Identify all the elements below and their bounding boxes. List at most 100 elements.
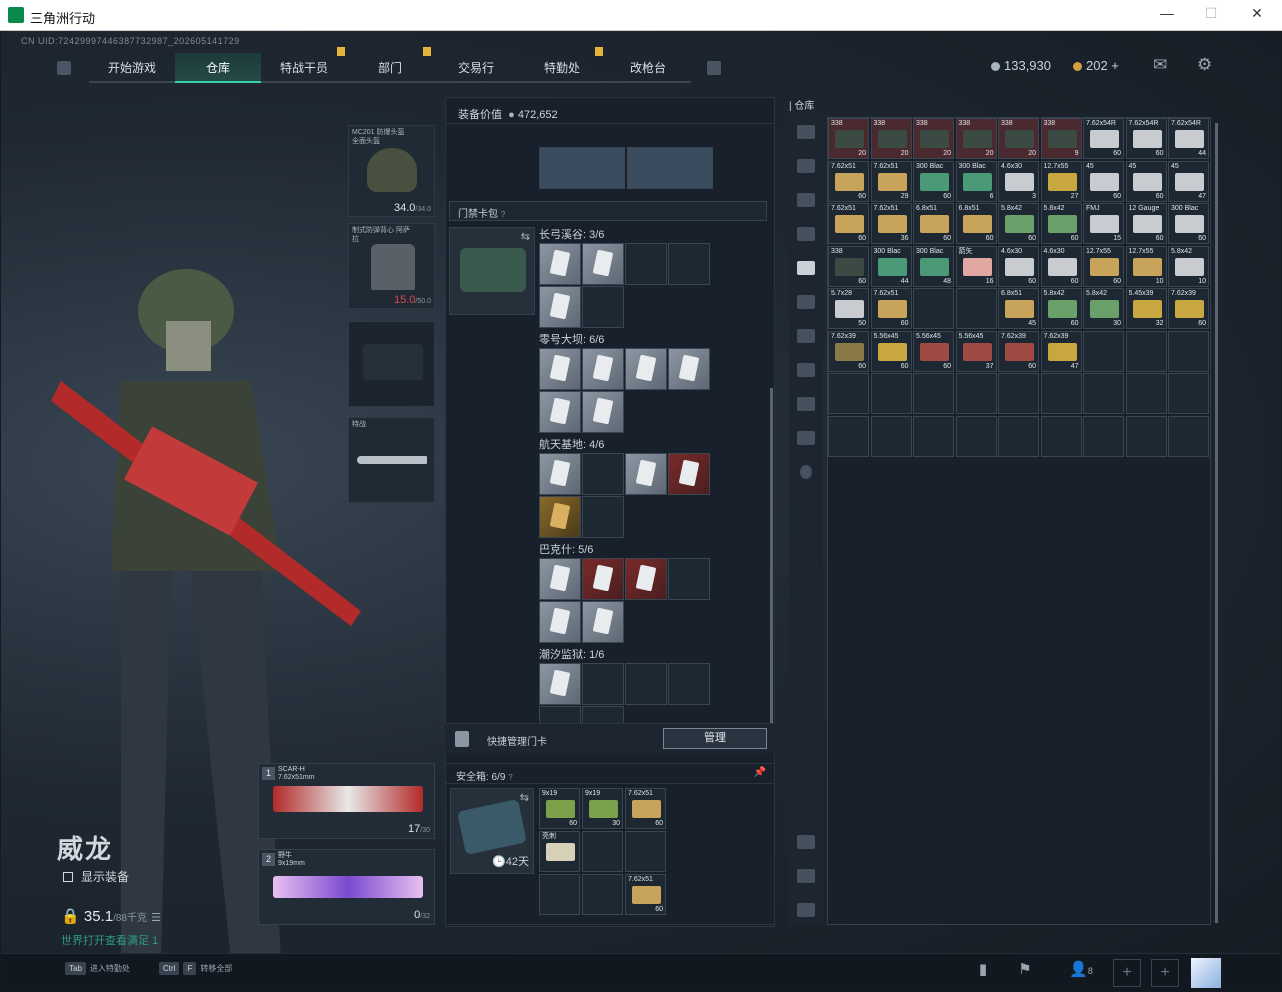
stash-item[interactable]: 45 60 — [1125, 160, 1167, 202]
grid-cell[interactable] — [539, 601, 581, 643]
stash-empty-slot[interactable] — [828, 415, 869, 457]
weapon-item[interactable] — [539, 147, 625, 189]
stash-item[interactable]: 5.7x28 50 — [828, 288, 869, 329]
grid-cell[interactable] — [625, 453, 667, 495]
grid-cell[interactable] — [625, 243, 667, 285]
stash-tool-icon[interactable] — [797, 835, 815, 849]
stash-item[interactable]: 6.8x51 45 — [998, 288, 1039, 329]
grid-cell[interactable] — [539, 453, 581, 495]
grid-cell[interactable] — [582, 558, 624, 600]
grid-cell[interactable] — [668, 558, 710, 600]
grid-cell[interactable] — [539, 663, 581, 705]
grid-cell[interactable] — [582, 453, 624, 495]
stash-item[interactable]: 5.56x45 37 — [955, 330, 997, 372]
melee-slot[interactable]: 特战 — [348, 417, 435, 503]
stash-item[interactable]: 338 20 — [913, 118, 954, 159]
stash-empty-slot[interactable] — [1083, 415, 1124, 457]
safe-slot[interactable]: 7.62x51 60 — [625, 874, 666, 915]
stash-item[interactable]: 7.62x51 60 — [828, 160, 869, 202]
friends-icon[interactable]: 👤8 — [1061, 960, 1101, 984]
stash-empty-slot[interactable] — [955, 288, 997, 329]
stash-empty-slot[interactable] — [913, 373, 954, 414]
stash-empty-slot[interactable] — [1168, 330, 1209, 372]
stash-item[interactable]: 12.7x55 10 — [1125, 245, 1167, 287]
stash-tab-icon[interactable] — [797, 329, 815, 343]
stash-tab-icon[interactable] — [797, 397, 815, 411]
stash-item[interactable]: 5.56x45 60 — [913, 330, 954, 372]
flag-icon[interactable]: ⚑ — [1013, 960, 1037, 984]
stash-item[interactable]: 7.62x54R 44 — [1168, 118, 1209, 159]
grid-cell[interactable] — [582, 601, 624, 643]
stash-item[interactable]: 7.62x39 47 — [1040, 330, 1082, 372]
stash-scrollbar[interactable] — [1215, 123, 1218, 923]
stash-item[interactable]: 5.45x39 32 — [1125, 288, 1167, 329]
secondary-weapon-slot[interactable]: 2 野牛 9x19mm 0/32 — [258, 849, 435, 925]
stash-item[interactable]: 5.8x42 60 — [1040, 288, 1082, 329]
safe-slot[interactable]: 亮刺 — [539, 831, 580, 872]
pistol-slot[interactable] — [348, 321, 435, 407]
stash-item[interactable]: 338 20 — [870, 118, 912, 159]
safe-slot[interactable]: 9x19 60 — [539, 788, 580, 829]
grid-cell[interactable] — [539, 496, 581, 538]
stash-tab-icon[interactable] — [797, 295, 815, 309]
bond-balance[interactable]: 202 + — [1073, 58, 1119, 73]
stash-layers-icon[interactable] — [797, 869, 815, 883]
grid-cell[interactable] — [539, 243, 581, 285]
stash-item[interactable]: 338 20 — [828, 118, 869, 159]
tab-3[interactable]: 部门 — [347, 47, 433, 83]
stash-item[interactable]: 箭矢 16 — [955, 245, 997, 287]
stash-item[interactable]: 7.62x39 60 — [998, 330, 1039, 372]
stash-empty-slot[interactable] — [998, 415, 1039, 457]
stash-empty-slot[interactable] — [955, 373, 997, 414]
stash-item[interactable]: 300 Blac 48 — [913, 245, 954, 287]
pin-icon[interactable]: 📌 — [754, 767, 766, 778]
stash-item[interactable]: 338 9 — [1040, 118, 1082, 159]
stash-empty-slot[interactable] — [998, 373, 1039, 414]
grid-cell[interactable] — [625, 558, 667, 600]
grid-cell[interactable] — [582, 663, 624, 705]
manage-button[interactable]: 管理 — [663, 728, 767, 749]
stash-item[interactable]: 4.6x30 3 — [998, 160, 1039, 202]
stash-item[interactable]: 6.8x51 60 — [913, 203, 954, 244]
grid-cell[interactable] — [582, 286, 624, 328]
safe-slot[interactable] — [582, 874, 623, 915]
stash-item[interactable]: 7.62x51 60 — [828, 203, 869, 244]
minimize-button[interactable]: — — [1152, 5, 1182, 25]
tab-2[interactable]: 特战干员 — [261, 47, 347, 83]
stash-item[interactable]: 12.7x55 27 — [1040, 160, 1082, 202]
safe-slot[interactable]: 9x19 30 — [582, 788, 623, 829]
tab-4[interactable]: 交易行 — [433, 53, 519, 83]
stash-item[interactable]: 7.62x39 60 — [1168, 288, 1209, 329]
stash-item[interactable]: 5.8x42 60 — [998, 203, 1039, 244]
grid-cell[interactable] — [582, 391, 624, 433]
stash-empty-slot[interactable] — [1168, 373, 1209, 414]
stash-item[interactable]: FMJ 15 — [1083, 203, 1124, 244]
grid-cell[interactable] — [582, 348, 624, 390]
grid-cell[interactable] — [668, 663, 710, 705]
stash-item[interactable]: 338 20 — [998, 118, 1039, 159]
stash-tab-icon[interactable] — [797, 193, 815, 207]
nav-next-icon[interactable] — [707, 61, 721, 75]
grid-cell[interactable] — [668, 243, 710, 285]
grid-cell[interactable] — [582, 496, 624, 538]
settings-gear-icon[interactable]: ⚙ — [1197, 55, 1212, 75]
close-button[interactable]: ✕ — [1242, 5, 1272, 25]
stash-item[interactable]: 5.8x42 60 — [1040, 203, 1082, 244]
grid-cell[interactable] — [539, 558, 581, 600]
stash-item[interactable]: 7.62x51 36 — [870, 203, 912, 244]
stash-empty-slot[interactable] — [870, 373, 912, 414]
stash-empty-slot[interactable] — [1083, 373, 1124, 414]
stash-item[interactable]: 12 Gauge 60 — [1125, 203, 1167, 244]
stash-empty-slot[interactable] — [1125, 373, 1167, 414]
stash-empty-slot[interactable] — [828, 373, 869, 414]
show-equipment-toggle[interactable]: 显示装备 — [63, 868, 129, 885]
stash-settings-icon[interactable] — [800, 465, 812, 479]
stash-item[interactable]: 300 Blac 60 — [1168, 203, 1209, 244]
stash-empty-slot[interactable] — [913, 288, 954, 329]
stash-item[interactable]: 300 Blac 60 — [913, 160, 954, 202]
helmet-slot[interactable]: MC201 防爆头盔 全面头盔 34.0/34.0 — [348, 125, 435, 217]
primary-weapon-slot[interactable]: 1 SCAR-H 7.62x51mm 17/30 — [258, 763, 435, 839]
tab-1[interactable]: 仓库 — [175, 53, 261, 83]
tab-shortcut[interactable]: Tab 进入特勤处 — [65, 962, 130, 975]
stash-item[interactable]: 7.62x51 60 — [870, 288, 912, 329]
